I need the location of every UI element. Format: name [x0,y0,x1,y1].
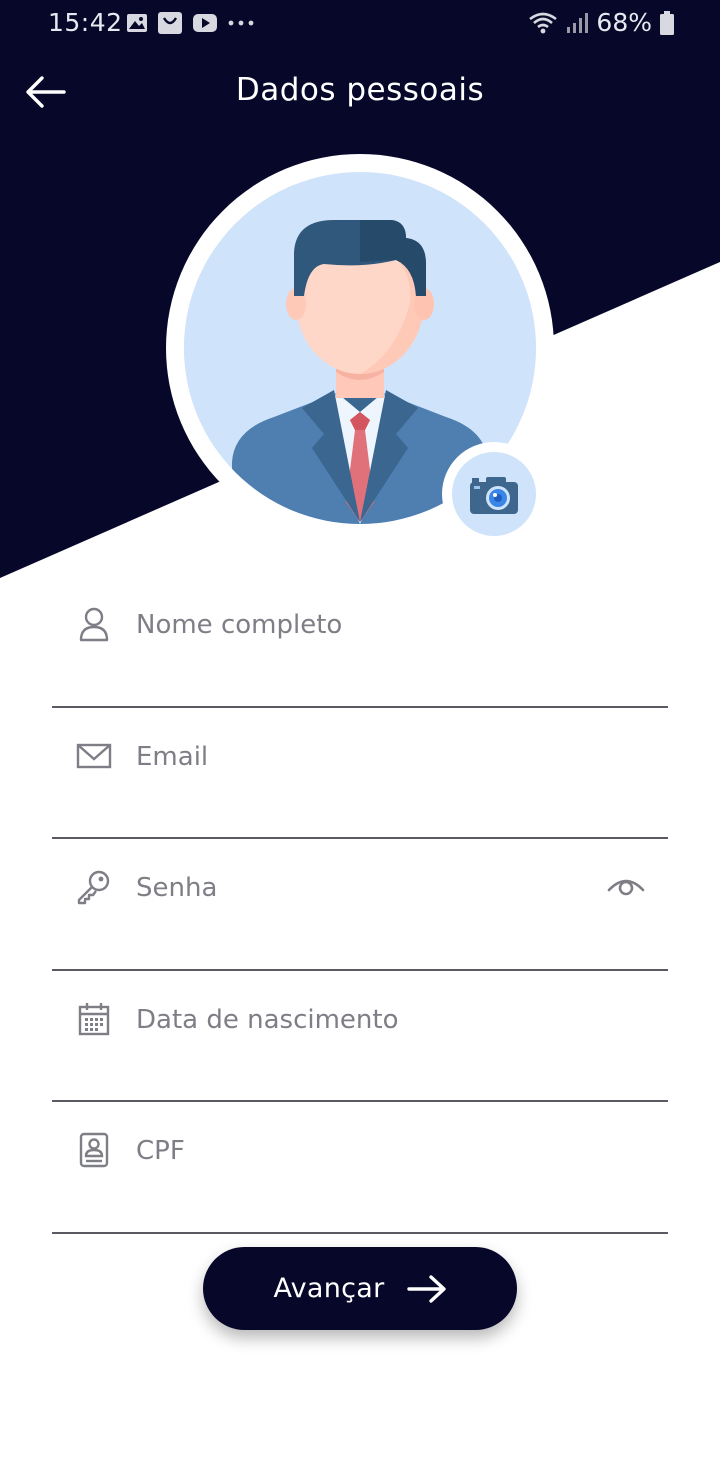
eye-icon [607,879,645,896]
camera-icon [452,452,536,536]
full-name-input[interactable] [136,602,596,648]
status-time: 15:42 [48,8,123,37]
password-input[interactable] [136,865,596,911]
battery-icon [660,10,674,35]
cpf-field [52,1102,668,1234]
status-system-icons: 68% [528,8,674,37]
key-icon [77,870,110,905]
field-underline [52,1231,668,1234]
calendar-icon [78,1002,110,1035]
more-dots-icon [228,20,254,26]
wifi-icon [529,12,558,33]
gallery-icon [127,14,147,32]
page-title: Dados pessoais [235,72,485,108]
password-field [52,839,668,971]
app-header: Dados pessoais [0,60,720,124]
battery-percent: 68% [596,8,652,37]
notification-face-icon [158,12,182,34]
birth-date-input[interactable] [136,996,596,1043]
email-input[interactable] [136,733,596,780]
arrow-right-icon [406,1274,446,1303]
birth-date-field [52,971,668,1102]
email-field [52,708,668,839]
personal-data-form [52,576,668,1234]
status-notification-icons [126,11,255,35]
signal-icon [567,12,589,33]
cpf-input[interactable] [136,1128,596,1174]
next-button-label: Avançar [273,1273,385,1304]
youtube-icon [193,14,217,32]
next-button[interactable]: Avançar [203,1247,517,1330]
status-bar: 15:42 68% [0,0,720,46]
mail-icon [76,743,112,768]
change-photo-button[interactable] [442,442,546,546]
user-icon [79,607,109,642]
toggle-password-visibility-button[interactable] [606,870,646,900]
full-name-field [52,576,668,708]
id-card-icon [79,1132,109,1168]
